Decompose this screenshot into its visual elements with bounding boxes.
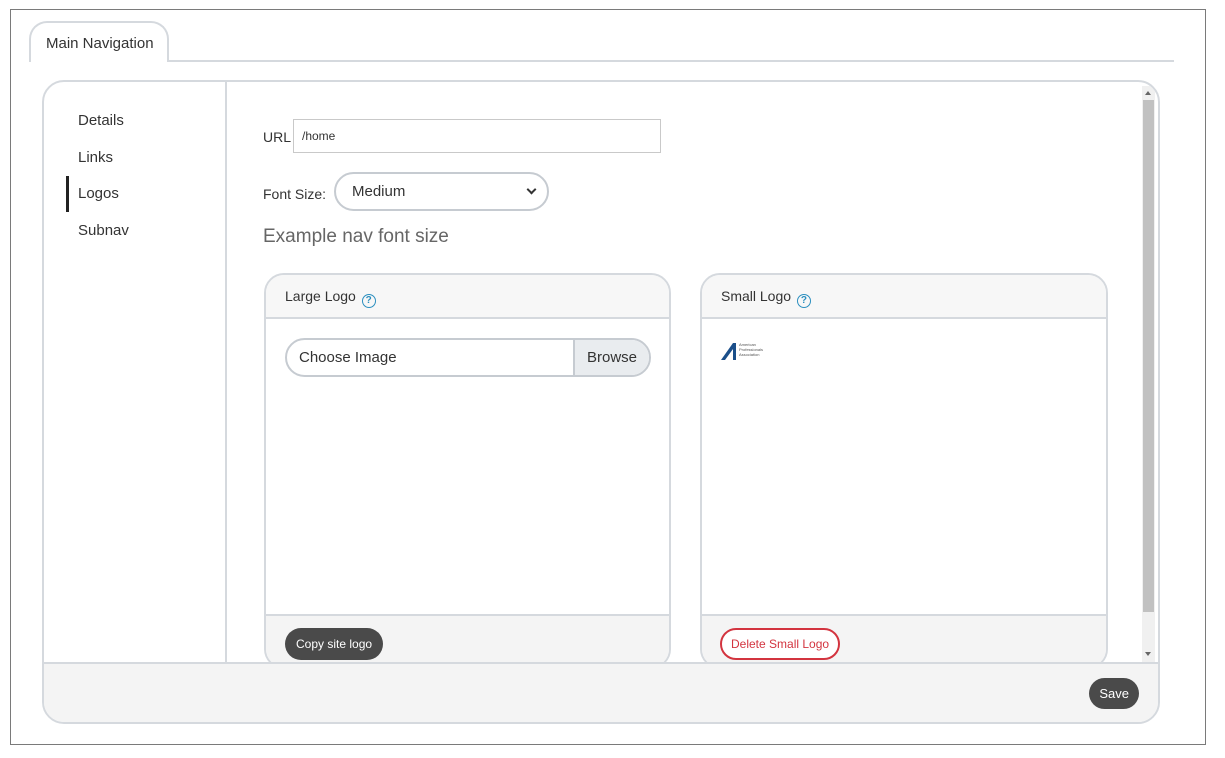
tab-main-navigation[interactable]: Main Navigation — [29, 21, 169, 62]
sidebar-item-subnav[interactable]: Subnav — [66, 213, 129, 249]
scroll-up-icon[interactable] — [1145, 91, 1151, 95]
sidebar-item-details[interactable]: Details — [66, 103, 124, 139]
browse-button[interactable]: Browse — [573, 340, 649, 375]
help-icon[interactable]: ? — [361, 294, 376, 308]
settings-card: Details Links Logos Subnav URL Font Size… — [42, 80, 1160, 724]
save-button[interactable]: Save — [1089, 678, 1139, 709]
large-logo-footer: Copy site logo — [266, 614, 669, 667]
large-logo-title: Large Logo — [285, 288, 356, 304]
large-logo-header: Large Logo ? — [266, 275, 669, 319]
small-logo-footer: Delete Small Logo — [702, 614, 1106, 667]
small-logo-panel: Small Logo ? American Professionals Asso… — [700, 273, 1108, 669]
small-logo-header: Small Logo ? — [702, 275, 1106, 319]
url-input[interactable] — [293, 119, 661, 153]
font-size-select[interactable]: Medium — [334, 172, 549, 211]
delete-small-logo-button[interactable]: Delete Small Logo — [720, 628, 841, 660]
help-icon[interactable]: ? — [796, 294, 811, 308]
sidebar-item-links[interactable]: Links — [66, 140, 113, 176]
file-input-placeholder: Choose Image — [299, 349, 397, 366]
card-footer: Save — [44, 662, 1158, 722]
url-label: URL — [263, 129, 292, 145]
choose-image-input[interactable]: Choose Image Browse — [285, 338, 651, 377]
logo-mark-icon — [721, 343, 736, 360]
copy-site-logo-button[interactable]: Copy site logo — [285, 628, 384, 660]
sidebar: Details Links Logos Subnav — [44, 82, 227, 664]
sidebar-item-logos[interactable]: Logos — [66, 176, 119, 212]
font-size-label: Font Size: — [263, 186, 327, 202]
tab-label: Main Navigation — [46, 35, 154, 52]
large-logo-panel: Large Logo ? Choose Image Browse Copy si… — [264, 273, 671, 669]
scroll-down-icon[interactable] — [1145, 652, 1151, 656]
main-content: URL Font Size: Medium Example nav font s… — [229, 82, 1141, 669]
example-nav-text: Example nav font size — [263, 226, 449, 247]
logo-wordmark: American Professionals Association — [739, 342, 764, 357]
chevron-down-icon — [526, 184, 537, 195]
scroll-thumb[interactable] — [1143, 100, 1154, 612]
font-size-value: Medium — [352, 183, 406, 200]
small-logo-image: American Professionals Association — [721, 342, 781, 362]
tab-divider — [168, 60, 1174, 62]
small-logo-title: Small Logo — [721, 288, 792, 304]
content-scrollbar[interactable] — [1142, 86, 1155, 662]
